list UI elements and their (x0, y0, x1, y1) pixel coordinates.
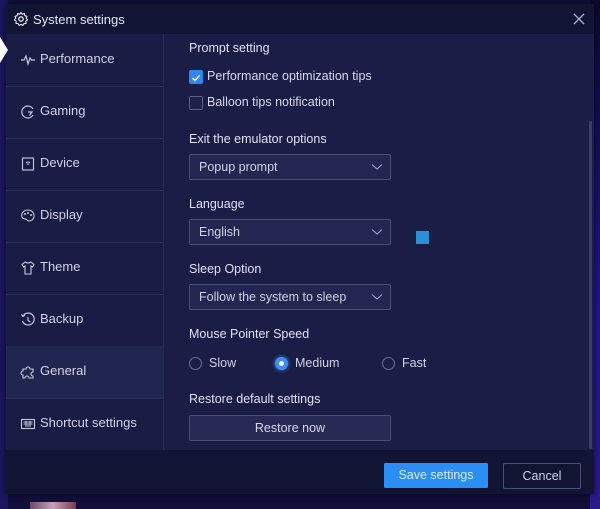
gaming-icon (21, 105, 34, 119)
sidebar-item-label: Performance (40, 51, 115, 66)
sidebar-item-performance[interactable]: Performance (6, 34, 163, 87)
restore-label: Restore default settings (189, 392, 321, 406)
settings-dialog: System settings Performance Gaming Devic… (6, 4, 594, 494)
sidebar-item-label: Backup (40, 311, 84, 326)
checkbox-label: Balloon tips notification (207, 95, 335, 109)
edge-tab-indicator (0, 37, 8, 63)
keyboard-icon (20, 418, 36, 430)
checkbox-unchecked[interactable] (189, 96, 203, 110)
sidebar-item-label: General (40, 363, 87, 378)
mouse-speed-label: Mouse Pointer Speed (189, 327, 310, 341)
background-avatar (30, 502, 76, 509)
gear-icon (13, 11, 29, 27)
radio-label: Medium (295, 356, 340, 370)
language-select[interactable]: English (189, 219, 391, 245)
dialog-footer: Save settings Cancel (6, 450, 594, 494)
general-settings-panel: Prompt setting Performance optimization … (164, 34, 594, 450)
performance-pulse-icon (21, 54, 35, 67)
sidebar-item-label: Gaming (40, 103, 86, 118)
scrollbar[interactable] (589, 121, 592, 449)
sidebar-item-theme[interactable]: Theme (6, 242, 163, 295)
select-value: Follow the system to sleep (199, 290, 347, 304)
checkbox-checked[interactable] (189, 70, 203, 84)
watermark-logo-icon (416, 231, 429, 244)
select-value: English (199, 225, 240, 239)
sidebar-item-gaming[interactable]: Gaming (6, 86, 163, 139)
radio-button[interactable] (382, 357, 395, 370)
sidebar-item-label: Theme (40, 259, 81, 274)
title-bar: System settings (6, 4, 594, 34)
sidebar: Performance Gaming Device Display Theme … (6, 34, 164, 451)
device-icon (21, 157, 35, 171)
chevron-down-icon (371, 229, 383, 235)
radio-label: Fast (402, 356, 427, 370)
sidebar-item-label: Device (40, 155, 80, 170)
cancel-button[interactable]: Cancel (503, 463, 581, 489)
sidebar-item-label: Display (40, 207, 83, 222)
sidebar-item-device[interactable]: Device (6, 138, 163, 191)
history-icon (21, 312, 35, 326)
chevron-down-icon (371, 294, 383, 300)
sidebar-item-display[interactable]: Display (6, 190, 163, 243)
save-settings-button[interactable]: Save settings (384, 463, 488, 488)
radio-button-selected[interactable] (275, 357, 288, 370)
select-value: Popup prompt (199, 160, 278, 174)
window-title: System settings (33, 12, 125, 27)
sleep-option-label: Sleep Option (189, 262, 262, 276)
sidebar-item-label: Shortcut settings (40, 415, 137, 430)
sidebar-item-general[interactable]: General (6, 346, 163, 399)
sidebar-item-shortcut-settings[interactable]: Shortcut settings (6, 398, 163, 451)
sleep-option-select[interactable]: Follow the system to sleep (189, 284, 391, 310)
shirt-icon (21, 261, 35, 275)
sidebar-item-backup[interactable]: Backup (6, 294, 163, 347)
exit-options-label: Exit the emulator options (189, 132, 327, 146)
check-icon (192, 75, 201, 82)
prompt-setting-label: Prompt setting (189, 41, 270, 55)
language-label: Language (189, 197, 245, 211)
chevron-down-icon (371, 164, 383, 170)
radio-label: Slow (209, 356, 237, 370)
radio-button[interactable] (189, 357, 202, 370)
checkbox-label: Performance optimization tips (207, 69, 372, 83)
puzzle-icon (20, 366, 34, 379)
exit-options-select[interactable]: Popup prompt (189, 154, 391, 180)
palette-icon (21, 209, 35, 222)
close-icon[interactable] (570, 10, 588, 28)
restore-now-button[interactable]: Restore now (189, 415, 391, 441)
